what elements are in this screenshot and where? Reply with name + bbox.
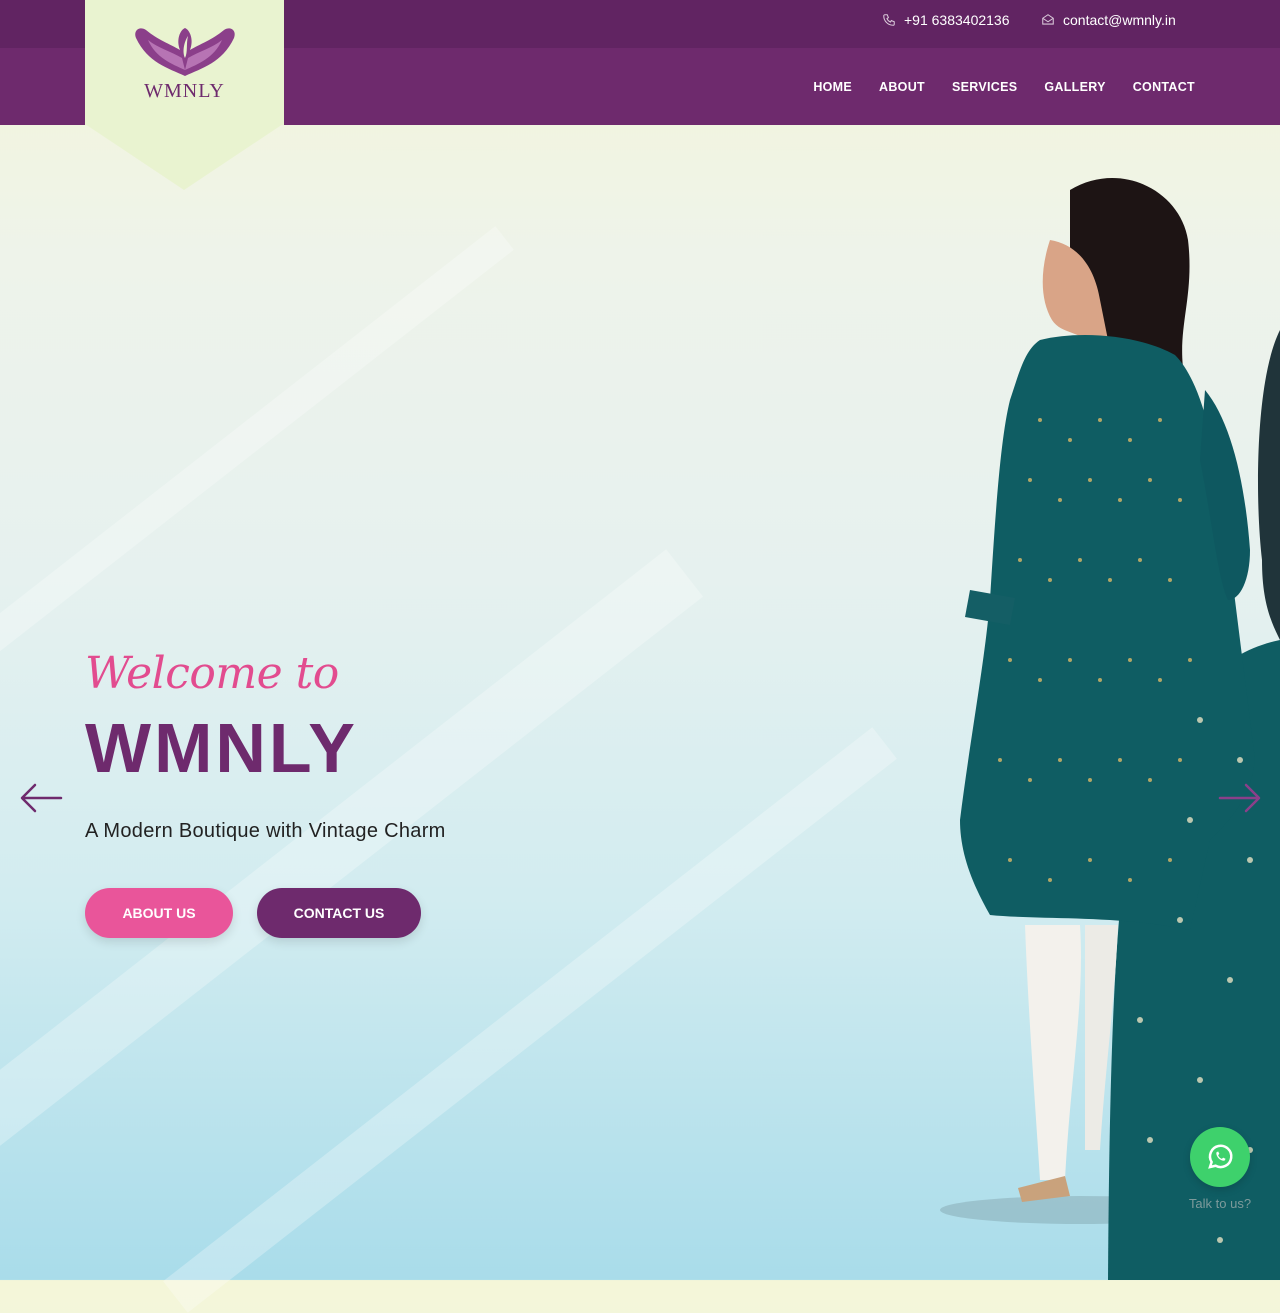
nav-contact[interactable]: CONTACT bbox=[1133, 80, 1195, 94]
hero-tagline: A Modern Boutique with Vintage Charm bbox=[85, 820, 446, 842]
logo-card-tip bbox=[85, 124, 283, 190]
whatsapp-button[interactable] bbox=[1190, 1127, 1250, 1187]
arrow-left-icon[interactable] bbox=[19, 781, 63, 815]
about-us-button[interactable]: ABOUT US bbox=[85, 888, 233, 938]
phone-number: +91 6383402136 bbox=[904, 12, 1010, 28]
whatsapp-icon bbox=[1208, 1144, 1233, 1169]
email-address: contact@wmnly.in bbox=[1063, 12, 1176, 28]
wings-logo-icon bbox=[135, 28, 235, 76]
hero-brand-title: WMNLY bbox=[85, 709, 358, 787]
contact-us-button[interactable]: CONTACT US bbox=[257, 888, 421, 938]
nav-services[interactable]: SERVICES bbox=[952, 80, 1017, 94]
phone-contact[interactable]: +91 6383402136 bbox=[882, 0, 1010, 40]
hero-model-image bbox=[940, 178, 1280, 1280]
nav-home[interactable]: HOME bbox=[813, 80, 852, 94]
email-contact[interactable]: contact@wmnly.in bbox=[1041, 0, 1176, 40]
logo-wordmark: WMNLY bbox=[144, 80, 225, 102]
arrow-right-icon[interactable] bbox=[1218, 781, 1262, 815]
mail-icon bbox=[1042, 14, 1054, 25]
hero-welcome-text: Welcome to bbox=[85, 648, 339, 699]
whatsapp-label: Talk to us? bbox=[1188, 1196, 1252, 1211]
nav-gallery[interactable]: GALLERY bbox=[1044, 80, 1105, 94]
main-nav: HOME ABOUT SERVICES GALLERY CONTACT bbox=[813, 48, 1195, 125]
nav-about[interactable]: ABOUT bbox=[879, 80, 925, 94]
phone-icon bbox=[883, 14, 895, 26]
